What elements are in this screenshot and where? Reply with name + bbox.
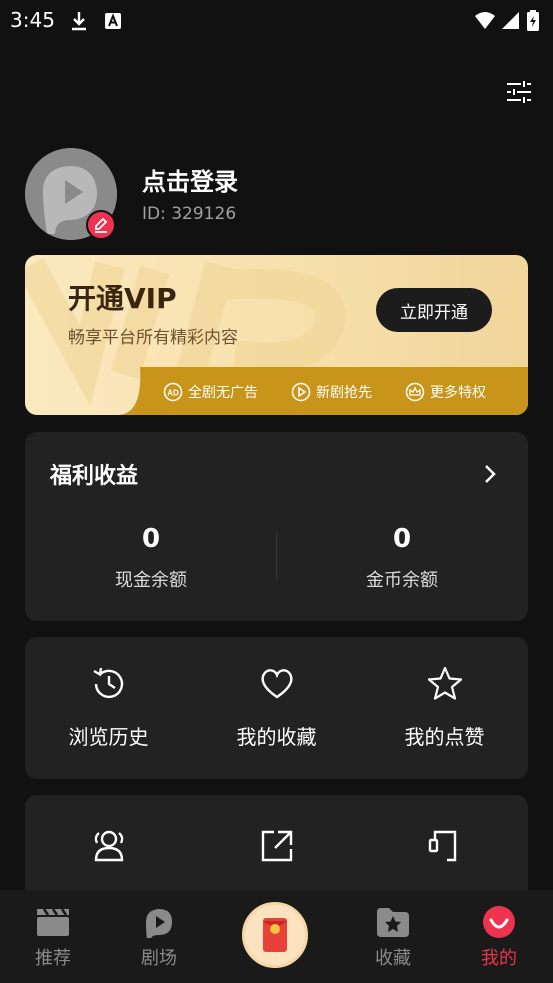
status-time: 3:45 [10,8,55,32]
welfare-card: 福利收益 0 现金余额 0 金币余额 [25,432,528,621]
play-icon [291,382,311,402]
perk-early-access: 新剧抢先 [291,382,372,402]
crown-icon [405,382,425,402]
download-icon [72,12,86,31]
edit-avatar-button[interactable] [86,210,116,240]
folder-star-icon [377,908,409,937]
cash-balance-label: 现金余额 [115,570,187,591]
nav-mine[interactable]: 我的 [444,890,553,983]
theater-icon [146,909,172,938]
shortcut-label: 我的收藏 [236,725,317,749]
chevron-right-icon[interactable] [480,462,500,486]
shortcut-label: 我的点赞 [404,725,485,749]
clapper-icon [37,908,69,936]
shortcut-label: 浏览历史 [68,725,149,749]
pencil-icon [95,217,108,233]
nav-recommend[interactable]: 推荐 [0,890,108,983]
perk-label: 新剧抢先 [316,385,372,401]
more-item-team[interactable] [25,827,192,865]
a-icon [105,13,121,29]
red-envelope-icon [263,918,287,952]
vip-subtitle: 畅享平台所有精彩内容 [68,328,238,348]
red-envelope-button[interactable] [242,902,308,968]
smile-icon [483,906,515,938]
wifi-icon [475,12,495,29]
nav-theater[interactable]: 剧场 [104,890,214,983]
more-item-share[interactable] [193,827,360,865]
coin-balance-value[interactable]: 0 [282,524,522,554]
perk-more: 更多特权 [405,382,486,402]
shortcuts-card: 浏览历史 我的收藏 我的点赞 [25,637,528,779]
headset-icon [428,830,456,862]
ad-icon: AD [163,382,183,402]
welfare-title: 福利收益 [50,464,139,489]
more-item-service[interactable] [361,827,528,865]
nav-label: 推荐 [35,948,71,969]
nav-label: 收藏 [375,948,411,969]
users-icon [94,830,123,862]
user-id: ID: 329126 [142,204,237,224]
shortcut-favorites[interactable]: 我的收藏 [193,637,360,779]
perk-label: 全剧无广告 [188,385,258,401]
shortcut-history[interactable]: 浏览历史 [25,637,192,779]
vip-title: 开通VIP [68,282,177,315]
stat-divider [276,532,277,580]
signal-icon [502,12,519,29]
nav-label: 我的 [481,948,517,969]
vip-card[interactable]: 开通VIP 畅享平台所有精彩内容 立即开通 AD 全剧无广告 新剧抢先 更多特权 [25,255,528,415]
shortcut-likes[interactable]: 我的点赞 [361,637,528,779]
coin-balance-label: 金币余额 [366,570,438,591]
history-icon [92,667,123,699]
cash-balance-value[interactable]: 0 [31,524,271,554]
nav-favorites[interactable]: 收藏 [338,890,448,983]
share-icon [261,830,292,862]
login-link[interactable]: 点击登录 [142,162,238,197]
perk-label: 更多特权 [430,385,486,401]
vip-open-button[interactable]: 立即开通 [376,288,492,332]
sliders-icon[interactable] [505,78,533,106]
perk-no-ads: AD 全剧无广告 [163,382,258,402]
battery-icon [527,10,539,31]
heart-icon [260,669,293,699]
svg-text:AD: AD [167,389,179,398]
star-icon [427,666,462,700]
nav-label: 剧场 [141,948,177,969]
